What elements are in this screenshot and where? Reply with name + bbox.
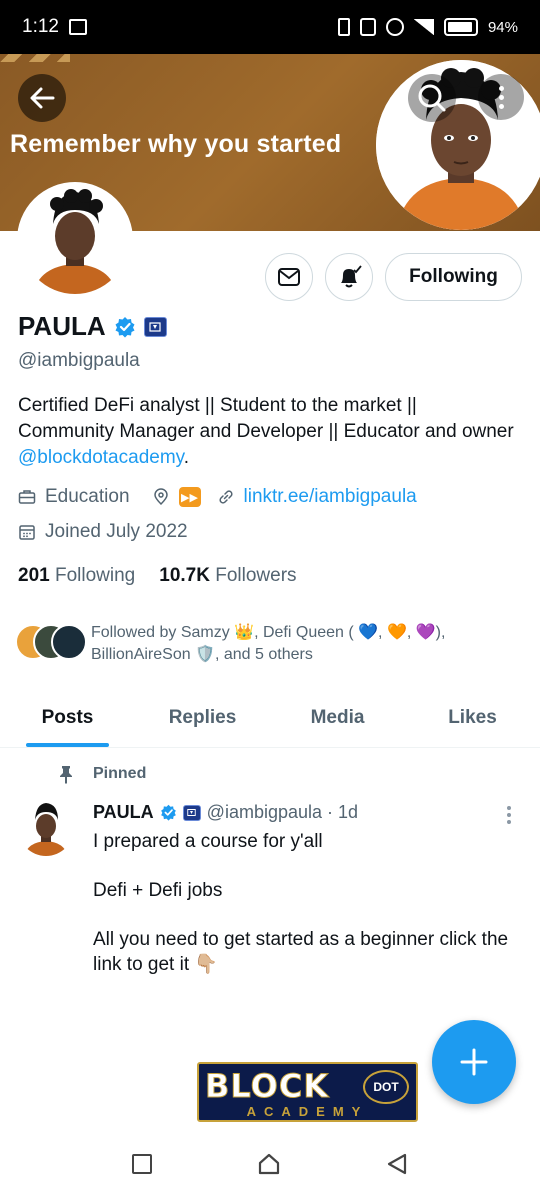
post-text: I prepared a course for y'all Defi + Def… [93,830,523,977]
dot [498,103,504,109]
calendar-icon [19,525,35,540]
compose-post-button[interactable] [432,1020,516,1104]
tab-posts[interactable]: Posts [0,688,135,747]
vibrate-icon [359,18,376,36]
envelope-icon [278,268,300,286]
website-link[interactable]: linktr.ee/iambigpaula [244,486,417,508]
followers-label: Followers [215,565,297,586]
bio-text: Certified DeFi analyst || Student to the… [18,395,514,442]
post-handle-time: @iambigpaula · 1d [206,802,359,822]
block-dot-academy-logo[interactable]: BLOCK DOT ACADEMY [197,1062,418,1122]
followed-by-text[interactable]: Followed by Samzy 👑, Defi Queen ( 💙, 🧡, … [91,622,521,666]
follow-stats: 201 Following 10.7K Followers [18,565,297,587]
profile-bio: Certified DeFi analyst || Student to the… [18,393,518,471]
followed-by-avatars[interactable] [15,622,87,662]
arrow-left-icon [30,87,55,109]
following-button[interactable]: Following [385,253,522,301]
back-button[interactable] [18,74,66,122]
profile-handle: @iambigpaula [18,350,140,371]
bio-end: . [183,447,190,468]
image-notification-icon [68,19,87,35]
joined-row: Joined July 2022 [18,521,188,543]
screen-icon [337,18,350,36]
tab-media[interactable]: Media [270,688,405,747]
pinned-indicator: Pinned [56,764,146,784]
verified-badge-icon[interactable] [114,316,136,338]
dot [498,94,504,100]
name-row: PAULA [18,311,167,342]
battery-percent: 94% [487,18,518,36]
plus-icon [460,1048,488,1076]
post-header: PAULA @iambigpaula · 1d [93,802,358,823]
following-label: Following [54,565,136,586]
logo-word: BLOCK [204,1067,330,1106]
post-line: Defi + Defi jobs [93,880,223,901]
following-stat[interactable]: 201 Following [18,565,135,587]
location-pin-icon [153,488,168,506]
home-icon[interactable] [257,1152,281,1176]
status-bar: 1:12 94% [0,0,540,54]
notifications-button[interactable] [325,253,373,301]
banner-text: Remember why you started [10,130,342,158]
post-more-icon[interactable] [507,806,511,824]
affiliate-badge-icon[interactable] [143,316,167,337]
affiliate-badge-icon [182,804,201,821]
search-button[interactable] [408,74,456,122]
status-time: 1:12 [22,16,59,37]
recents-button[interactable] [132,1154,153,1174]
post-author-avatar[interactable] [18,800,74,856]
alarm-icon [385,18,404,36]
signal-icon [413,19,434,35]
fast-forward-emoji-icon: ▶▶ [178,487,201,507]
followers-count: 10.7K [159,565,210,586]
dot [498,85,504,91]
tab-likes[interactable]: Likes [405,688,540,747]
bell-icon [341,265,362,288]
display-name: PAULA [18,311,106,341]
follower-avatar [51,624,87,660]
briefcase-icon [18,490,36,504]
followers-stat[interactable]: 10.7K Followers [159,565,296,587]
following-count: 201 [18,565,50,586]
bio-mention-link[interactable]: @blockdotacademy [18,447,184,468]
message-button[interactable] [265,253,313,301]
tab-replies[interactable]: Replies [135,688,270,747]
banner-stripe [0,54,70,62]
post-line: I prepared a course for y'all [93,831,323,852]
joined-date: Joined July 2022 [45,521,188,542]
search-icon [418,84,446,112]
profile-tabs: Posts Replies Media Likes [0,688,540,748]
more-options-button[interactable] [478,74,524,120]
system-nav-bar [0,1128,540,1200]
profile-avatar[interactable] [17,182,133,298]
post-line: All you need to get started as a beginne… [93,929,509,975]
link-icon [218,490,233,504]
verified-badge-icon [160,804,176,821]
logo-academy: ACADEMY [246,1104,369,1119]
profile-meta-row: Education ▶▶ linktr.ee/iambigpaula [18,486,417,508]
post-author-name[interactable]: PAULA [93,802,154,823]
battery-icon [443,18,478,36]
profile-category: Education [45,486,130,507]
back-triangle-icon[interactable] [386,1152,408,1176]
pinned-label: Pinned [93,765,147,782]
pin-icon [60,766,72,784]
logo-dot: DOT [363,1070,409,1104]
status-right: 94% [337,18,518,36]
